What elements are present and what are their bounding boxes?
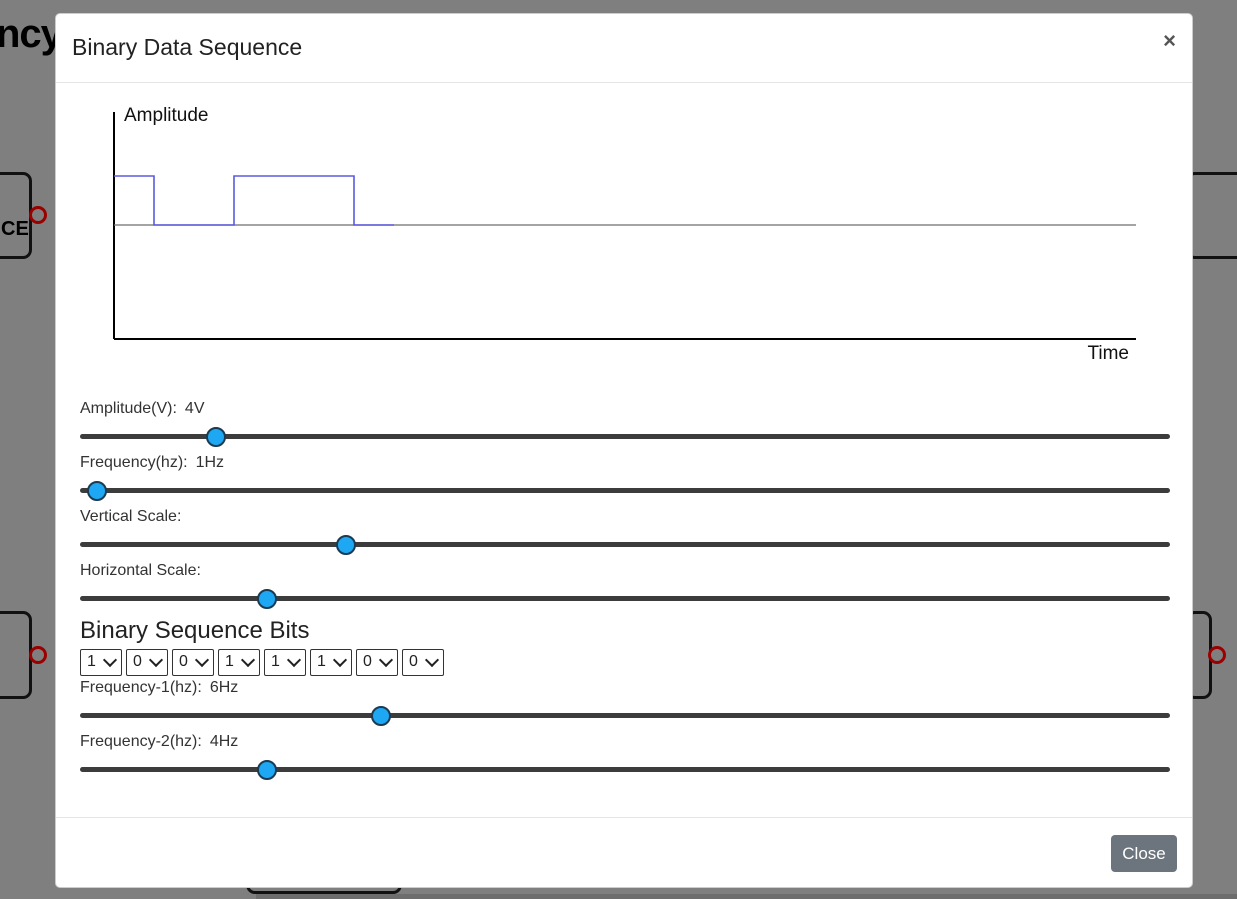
bit-select-6[interactable]: 1 bbox=[310, 649, 352, 676]
chevron-down-icon bbox=[148, 652, 164, 668]
horizontal-scale-slider[interactable] bbox=[80, 581, 1170, 615]
bit-select-3[interactable]: 0 bbox=[172, 649, 214, 676]
modal-header: Binary Data Sequence × bbox=[56, 14, 1192, 83]
slider-thumb[interactable] bbox=[206, 427, 227, 447]
modal-footer: Close bbox=[56, 817, 1192, 887]
background-block: CE bbox=[0, 172, 32, 259]
bit-select-8[interactable]: 0 bbox=[402, 649, 444, 676]
slider-track[interactable] bbox=[80, 767, 1170, 772]
amplitude-label: Amplitude(V): 4V bbox=[80, 400, 205, 417]
background-block-label: CE bbox=[1, 218, 29, 240]
close-button[interactable]: Close bbox=[1111, 835, 1177, 872]
bit-select-value: 1 bbox=[225, 653, 234, 670]
frequency-1-slider[interactable] bbox=[80, 698, 1170, 732]
slider-track[interactable] bbox=[80, 542, 1170, 547]
waveform-chart: Amplitude Time bbox=[56, 84, 1192, 384]
slider-track[interactable] bbox=[80, 488, 1170, 493]
y-axis-label: Amplitude bbox=[124, 105, 209, 126]
frequency-value: 1Hz bbox=[195, 454, 225, 471]
chevron-down-icon bbox=[332, 652, 348, 668]
frequency-slider[interactable] bbox=[80, 473, 1170, 507]
slider-thumb[interactable] bbox=[371, 706, 392, 726]
chevron-down-icon bbox=[102, 652, 118, 668]
frequency-1-value: 6Hz bbox=[209, 679, 239, 696]
frequency-2-slider[interactable] bbox=[80, 752, 1170, 786]
frequency-2-value: 4Hz bbox=[209, 733, 239, 750]
port-icon bbox=[29, 646, 47, 664]
slider-thumb[interactable] bbox=[86, 481, 107, 501]
port-icon bbox=[1208, 646, 1226, 664]
slider-thumb[interactable] bbox=[336, 535, 357, 555]
chevron-down-icon bbox=[378, 652, 394, 668]
bit-select-value: 0 bbox=[363, 653, 372, 670]
bit-select-1[interactable]: 1 bbox=[80, 649, 122, 676]
modal-title: Binary Data Sequence bbox=[72, 34, 303, 60]
bit-select-value: 1 bbox=[317, 653, 326, 670]
x-axis-label: Time bbox=[1087, 343, 1129, 364]
amplitude-slider[interactable] bbox=[80, 419, 1170, 453]
binary-signal-line bbox=[114, 175, 394, 226]
frequency-label: Frequency(hz): 1Hz bbox=[80, 454, 225, 471]
background-block bbox=[0, 611, 32, 699]
amplitude-value: 4V bbox=[184, 400, 205, 417]
bit-select-value: 0 bbox=[179, 653, 188, 670]
binary-data-sequence-modal: Binary Data Sequence × Amplitude Time Am… bbox=[55, 13, 1193, 888]
bit-selects-row: 1 0 0 1 1 1 0 0 bbox=[80, 649, 1170, 676]
close-icon[interactable]: × bbox=[1163, 28, 1176, 54]
chevron-down-icon bbox=[194, 652, 210, 668]
background-strip bbox=[256, 894, 1237, 899]
bit-select-value: 1 bbox=[87, 653, 96, 670]
slider-track[interactable] bbox=[80, 596, 1170, 601]
vertical-scale-label: Vertical Scale: bbox=[80, 508, 182, 525]
bit-select-5[interactable]: 1 bbox=[264, 649, 306, 676]
slider-track[interactable] bbox=[80, 713, 1170, 718]
background-title: ncy bbox=[0, 12, 63, 56]
controls-panel: Amplitude(V): 4V Frequency(hz): 1Hz Vertic… bbox=[80, 399, 1170, 786]
bit-select-4[interactable]: 1 bbox=[218, 649, 260, 676]
bit-select-2[interactable]: 0 bbox=[126, 649, 168, 676]
horizontal-scale-label: Horizontal Scale: bbox=[80, 562, 201, 579]
frequency-2-label: Frequency-2(hz): 4Hz bbox=[80, 733, 239, 750]
background-block bbox=[1186, 172, 1237, 259]
bit-select-value: 1 bbox=[271, 653, 280, 670]
vertical-scale-slider[interactable] bbox=[80, 527, 1170, 561]
chevron-down-icon bbox=[424, 652, 440, 668]
bits-section-title: Binary Sequence Bits bbox=[80, 617, 310, 644]
frequency-1-label: Frequency-1(hz): 6Hz bbox=[80, 679, 239, 696]
slider-thumb[interactable] bbox=[256, 760, 277, 780]
waveform-svg: Amplitude Time bbox=[113, 105, 1136, 364]
chevron-down-icon bbox=[286, 652, 302, 668]
slider-thumb[interactable] bbox=[256, 589, 277, 609]
bit-select-value: 0 bbox=[133, 653, 142, 670]
port-icon bbox=[29, 206, 47, 224]
bit-select-value: 0 bbox=[409, 653, 418, 670]
slider-track[interactable] bbox=[80, 434, 1170, 439]
bit-select-7[interactable]: 0 bbox=[356, 649, 398, 676]
chevron-down-icon bbox=[240, 652, 256, 668]
